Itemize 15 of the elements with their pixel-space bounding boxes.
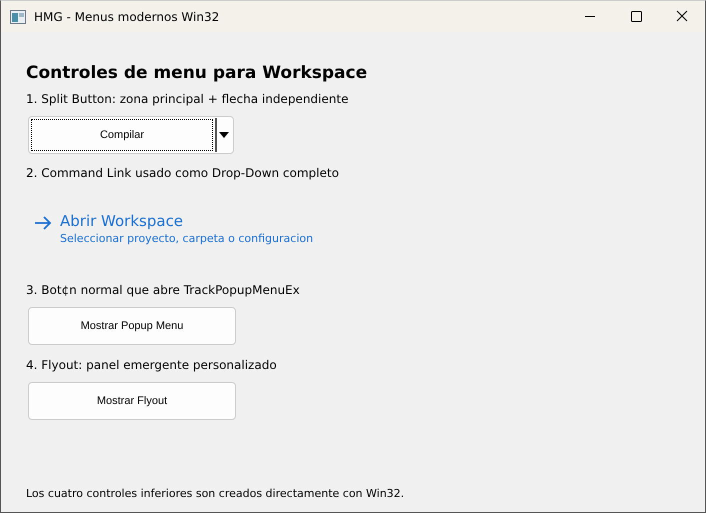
window-icon <box>10 10 26 24</box>
window-title: HMG - Menus modernos Win32 <box>34 10 220 24</box>
section-label: 2. Command Link usado como Drop-Down completo <box>26 166 340 180</box>
command-link[interactable]: Abrir Workspace <box>60 212 314 230</box>
push-button[interactable]: Mostrar Flyout <box>28 382 236 420</box>
split-button[interactable]: Compilar <box>28 116 234 154</box>
command-link-note: Seleccionar proyecto, carpeta o configuracion <box>60 232 314 245</box>
heading: Controles de menu para Workspace <box>26 63 368 83</box>
dropdown-arrow-icon[interactable] <box>219 132 229 138</box>
push-button[interactable]: Mostrar Popup Menu <box>28 307 236 345</box>
section-label: 1. Split Button: zona principal + flecha independiente <box>26 92 350 106</box>
right-arrow-icon <box>34 216 52 230</box>
section-label: 4. Flyout: panel emergente personalizado <box>26 358 278 372</box>
footer-text: Los cuatro controles inferiores son creados directamente con Win32. <box>26 487 406 500</box>
section-label: 3. Bot¢n normal que abre TrackPopupMenuEx <box>26 283 301 297</box>
